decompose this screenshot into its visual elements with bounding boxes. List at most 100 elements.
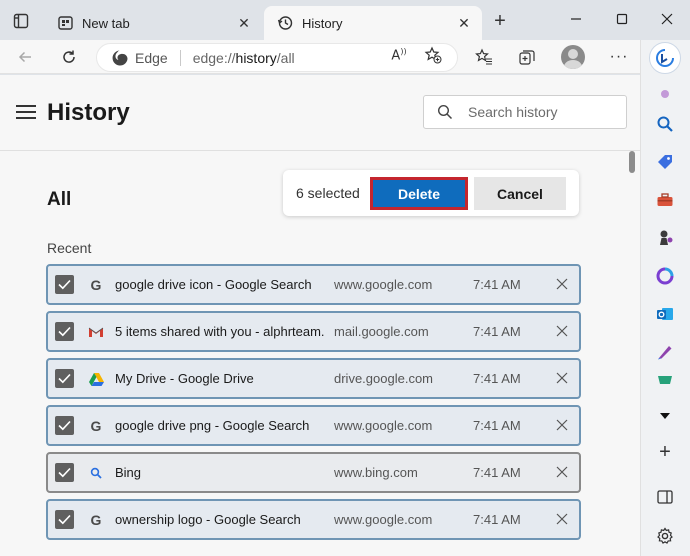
bing-logo-icon — [656, 49, 674, 67]
sidebar-more-apps-partial — [651, 370, 679, 384]
close-tab-icon[interactable]: ✕ — [452, 11, 476, 35]
close-window-button[interactable] — [645, 5, 689, 33]
section-title: All — [47, 189, 72, 210]
tab-actions-icon — [13, 13, 29, 29]
selection-toolbar: 6 selected Delete Cancel — [283, 170, 579, 216]
back-button[interactable] — [11, 44, 39, 70]
minimize-button[interactable] — [553, 5, 599, 33]
row-domain: www.google.com — [334, 418, 433, 433]
row-checkbox[interactable] — [55, 416, 74, 435]
row-title[interactable]: google drive icon - Google Search — [115, 277, 325, 292]
menu-button[interactable] — [16, 105, 36, 119]
sidebar-settings-button[interactable] — [651, 522, 679, 550]
search-history-box[interactable] — [423, 95, 627, 129]
back-arrow-icon — [18, 51, 31, 63]
search-input[interactable] — [468, 104, 618, 120]
remove-item-icon[interactable] — [552, 462, 572, 482]
row-time: 7:41 AM — [473, 418, 521, 433]
read-aloud-button[interactable]: A)) — [388, 45, 410, 65]
checkmark-icon — [58, 279, 71, 290]
row-title[interactable]: ownership logo - Google Search — [115, 512, 325, 527]
tab-new-tab[interactable]: New tab ✕ — [44, 6, 262, 40]
bing-chat-button[interactable] — [649, 42, 681, 74]
history-row[interactable]: G ownership logo - Google Search www.goo… — [46, 499, 581, 540]
row-checkbox[interactable] — [55, 322, 74, 341]
row-domain: drive.google.com — [334, 371, 433, 386]
maximize-icon — [616, 13, 628, 25]
sidebar-add-button[interactable]: + — [651, 438, 679, 466]
row-domain: www.google.com — [334, 277, 433, 292]
row-checkbox[interactable] — [55, 369, 74, 388]
cancel-button[interactable]: Cancel — [474, 177, 566, 210]
search-icon — [436, 103, 454, 121]
tab-history[interactable]: History ✕ — [264, 6, 482, 40]
sidebar-search-button[interactable] — [651, 110, 679, 138]
history-icon — [274, 12, 296, 34]
remove-item-icon[interactable] — [552, 321, 572, 341]
history-row[interactable]: G google drive png - Google Search www.g… — [46, 405, 581, 446]
scrollbar-thumb[interactable] — [629, 151, 635, 173]
favorites-button[interactable] — [470, 44, 498, 70]
maximize-button[interactable] — [599, 5, 645, 33]
sidebar-tools-button[interactable] — [651, 186, 679, 214]
row-time: 7:41 AM — [473, 277, 521, 292]
checkmark-icon — [58, 514, 71, 525]
more-dots-icon: ··· — [609, 48, 629, 65]
edge-logo-icon — [111, 49, 129, 67]
selected-count: 6 selected — [296, 185, 360, 201]
sidebar-games-button[interactable] — [651, 224, 679, 252]
close-tab-icon[interactable]: ✕ — [232, 11, 256, 35]
checkmark-icon — [58, 420, 71, 431]
caret-down-icon — [660, 413, 670, 419]
new-tab-button[interactable]: + — [488, 9, 512, 33]
refresh-button[interactable] — [55, 44, 83, 70]
checkmark-icon — [58, 373, 71, 384]
remove-item-icon[interactable] — [552, 509, 572, 529]
add-favorite-button[interactable] — [422, 45, 444, 65]
sidebar-hide-button[interactable] — [651, 483, 679, 511]
minimize-icon — [571, 18, 581, 20]
page-title: History — [47, 99, 130, 126]
tab-strip: New tab ✕ History ✕ + — [0, 0, 690, 40]
remove-item-icon[interactable] — [552, 274, 572, 294]
row-checkbox[interactable] — [55, 510, 74, 529]
sidebar-shopping-button[interactable] — [651, 148, 679, 176]
sidebar-drop-button[interactable] — [651, 338, 679, 366]
toolbox-icon — [657, 193, 673, 206]
history-row[interactable]: 5 items shared with you - alphrteam... m… — [46, 311, 581, 352]
collections-button[interactable] — [513, 44, 541, 70]
delete-button[interactable]: Delete — [370, 177, 468, 210]
profile-avatar[interactable] — [561, 45, 585, 69]
bing-search-icon — [87, 464, 105, 482]
address-separator — [179, 49, 181, 66]
remove-item-icon[interactable] — [552, 415, 572, 435]
row-checkbox[interactable] — [55, 463, 74, 482]
history-row[interactable]: G google drive icon - Google Search www.… — [46, 264, 581, 305]
row-title[interactable]: Bing — [115, 465, 325, 480]
row-title[interactable]: My Drive - Google Drive — [115, 371, 325, 386]
sidebar-office-button[interactable] — [651, 262, 679, 290]
history-row[interactable]: Bing www.bing.com 7:41 AM — [46, 452, 581, 493]
google-icon: G — [90, 512, 102, 528]
history-row[interactable]: My Drive - Google Drive drive.google.com… — [46, 358, 581, 399]
toolbar: Edge edge://history/all A)) ··· — [0, 40, 640, 74]
sidebar-scroll-down-button[interactable] — [651, 402, 679, 430]
scrollbar[interactable] — [629, 151, 635, 556]
remove-item-icon[interactable] — [552, 368, 572, 388]
settings-more-button[interactable]: ··· — [605, 44, 633, 70]
tab-actions-button[interactable] — [8, 9, 34, 33]
outlook-icon — [657, 308, 673, 320]
row-domain: www.bing.com — [334, 465, 418, 480]
checkmark-icon — [58, 326, 71, 337]
star-plus-icon — [424, 46, 442, 64]
history-page: History All 6 selected Delete Cancel Rec… — [0, 75, 640, 556]
row-title[interactable]: 5 items shared with you - alphrteam... — [115, 324, 325, 339]
pin-icon — [661, 90, 669, 98]
checkmark-icon — [58, 467, 71, 478]
favorites-icon — [475, 48, 492, 65]
row-title[interactable]: google drive png - Google Search — [115, 418, 325, 433]
sidebar-outlook-button[interactable] — [651, 300, 679, 328]
google-icon: G — [90, 277, 102, 293]
site-identity-label: Edge — [135, 49, 168, 66]
row-checkbox[interactable] — [55, 275, 74, 294]
